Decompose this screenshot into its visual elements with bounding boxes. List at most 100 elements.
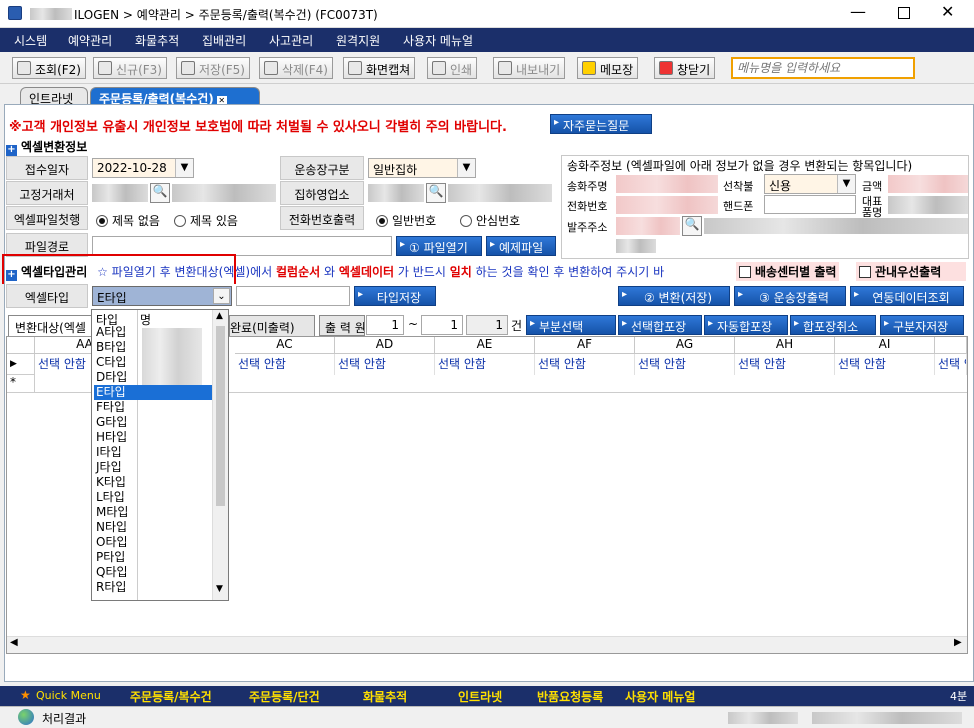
scroll-right-icon[interactable]: ▶ bbox=[954, 637, 962, 648]
grid-cell[interactable]: 선택 안함 bbox=[535, 354, 635, 375]
dropdown-option[interactable]: O타입 bbox=[94, 535, 138, 550]
dropdown-option[interactable]: C타입 bbox=[94, 355, 138, 370]
dropdown-option[interactable]: M타입 bbox=[94, 505, 138, 520]
grid-cell[interactable]: 선택 안함 bbox=[635, 354, 735, 375]
per-center-print-checkbox[interactable]: 배송센터별 출력 bbox=[736, 262, 840, 281]
grid-col-header[interactable]: AE bbox=[435, 337, 535, 354]
dropdown-option[interactable]: K타입 bbox=[94, 475, 138, 490]
selected-bundle-button[interactable]: 선택합포장 bbox=[618, 315, 702, 335]
dropdown-option[interactable]: B타입 bbox=[94, 340, 138, 355]
quick-link-return-request[interactable]: 반품요청등록 bbox=[537, 688, 603, 705]
close-window-button[interactable]: 창닫기 bbox=[654, 57, 716, 79]
dropdown-option[interactable]: H타입 bbox=[94, 430, 138, 445]
grid-col-header[interactable]: AG bbox=[635, 337, 735, 354]
grid-cell[interactable]: 선택 안함 bbox=[435, 354, 535, 375]
dropdown-option-selected[interactable]: E타입 bbox=[94, 385, 212, 400]
screen-capture-button[interactable]: 화면캡쳐 bbox=[343, 57, 416, 79]
print-from-input[interactable]: 1 bbox=[366, 315, 404, 335]
subtab-convert-done[interactable]: 완료(미출력) bbox=[229, 315, 315, 336]
sender-name-field[interactable] bbox=[616, 175, 718, 193]
transport-select[interactable]: 일반집하 ▼ bbox=[368, 158, 476, 178]
order-address-field[interactable] bbox=[704, 218, 968, 234]
dropdown-scroll-thumb[interactable] bbox=[216, 326, 225, 506]
mobile-field[interactable] bbox=[764, 195, 856, 214]
scroll-up-icon[interactable]: ▲ bbox=[216, 311, 223, 321]
grid-cell[interactable]: 선택 안함 bbox=[335, 354, 435, 375]
menu-item-delivery[interactable]: 집배관리 bbox=[202, 32, 246, 49]
quick-link-manual[interactable]: 사용자 메뉴얼 bbox=[625, 688, 695, 705]
excel-type-dropdown-list[interactable]: 타입 명 ▲ ▼ A타입 B타입 C타입 D타입 E타입 F타입 G타입 H타입… bbox=[91, 309, 229, 601]
grid-col-header[interactable]: AI bbox=[835, 337, 935, 354]
menu-item-accident[interactable]: 사고관리 bbox=[269, 32, 313, 49]
radio-with-title[interactable]: 제목 있음 bbox=[174, 212, 238, 229]
minimize-button[interactable]: — bbox=[850, 2, 866, 21]
scroll-left-icon[interactable]: ◀ bbox=[10, 637, 18, 648]
print-button[interactable]: 인쇄 bbox=[427, 57, 478, 79]
linked-data-button[interactable]: 연동데이터조회 bbox=[850, 286, 964, 306]
quick-link-order-multi[interactable]: 주문등록/복수건 bbox=[130, 688, 212, 705]
quick-link-order-single[interactable]: 주문등록/단건 bbox=[249, 688, 320, 705]
new-button[interactable]: 신규(F3) bbox=[93, 57, 167, 79]
dropdown-scrollbar[interactable]: ▲ ▼ bbox=[212, 310, 228, 600]
menu-item-tracking[interactable]: 화물추적 bbox=[135, 32, 179, 49]
menu-search-input[interactable] bbox=[731, 57, 915, 79]
radio-normal-phone[interactable]: 일반번호 bbox=[376, 212, 436, 229]
grid-col-header[interactable]: AC bbox=[235, 337, 335, 354]
partial-select-button[interactable]: 부분선택 bbox=[526, 315, 616, 335]
dropdown-option[interactable]: L타입 bbox=[94, 490, 138, 505]
export-button[interactable]: 내보내기 bbox=[493, 57, 566, 79]
grid-col-header[interactable]: AH bbox=[735, 337, 835, 354]
in-priority-print-checkbox[interactable]: 관내우선출력 bbox=[856, 262, 966, 281]
memo-button[interactable]: 메모장 bbox=[577, 57, 639, 79]
amount-field[interactable] bbox=[888, 175, 968, 193]
dropdown-option[interactable]: I타입 bbox=[94, 445, 138, 460]
dropdown-option[interactable]: G타입 bbox=[94, 415, 138, 430]
radio-no-title[interactable]: 제목 없음 bbox=[96, 212, 160, 229]
dropdown-option[interactable]: N타입 bbox=[94, 520, 138, 535]
address-search-icon[interactable]: 🔍 bbox=[682, 216, 702, 236]
fixed-client-search-icon[interactable]: 🔍 bbox=[150, 183, 170, 203]
save-type-button[interactable]: 타입저장 bbox=[354, 286, 436, 306]
search-button[interactable]: 조회(F2) bbox=[12, 57, 86, 79]
faq-button[interactable]: 자주묻는질문 bbox=[550, 114, 652, 134]
dropdown-option[interactable]: J타입 bbox=[94, 460, 138, 475]
file-path-input[interactable] bbox=[92, 236, 392, 256]
rep-product-field[interactable] bbox=[888, 196, 968, 214]
scroll-down-icon[interactable]: ▼ bbox=[216, 584, 223, 594]
save-button[interactable]: 저장(F5) bbox=[176, 57, 250, 79]
grid-scrollbar[interactable] bbox=[7, 636, 967, 653]
maximize-button[interactable] bbox=[898, 7, 910, 19]
close-button[interactable]: ✕ bbox=[941, 2, 954, 21]
delete-button[interactable]: 삭제(F4) bbox=[259, 57, 333, 79]
save-delimiter-button[interactable]: 구분자저장 bbox=[880, 315, 964, 335]
print-to-input[interactable]: 1 bbox=[421, 315, 463, 335]
example-file-button[interactable]: 예제파일 bbox=[486, 236, 556, 256]
cancel-bundle-button[interactable]: 합포장취소 bbox=[790, 315, 876, 335]
dropdown-option[interactable]: D타입 bbox=[94, 370, 138, 385]
order-address-zip[interactable] bbox=[616, 217, 680, 235]
excel-type-name-input[interactable] bbox=[236, 286, 350, 306]
menu-item-manual[interactable]: 사용자 메뉴얼 bbox=[403, 32, 473, 49]
fare-type-select[interactable]: 신용 ▼ bbox=[764, 174, 856, 194]
convert-save-button[interactable]: ② 변환(저장) bbox=[618, 286, 730, 306]
auto-bundle-button[interactable]: 자동합포장 bbox=[704, 315, 788, 335]
dropdown-option[interactable]: Q타입 bbox=[94, 565, 138, 580]
menu-item-system[interactable]: 시스템 bbox=[14, 32, 47, 49]
pickup-office-search-icon[interactable]: 🔍 bbox=[426, 183, 446, 203]
dropdown-option[interactable]: A타입 bbox=[94, 325, 138, 340]
menu-item-remote[interactable]: 원격지원 bbox=[336, 32, 380, 49]
dropdown-option[interactable]: F타입 bbox=[94, 400, 138, 415]
menu-item-reservation[interactable]: 예약관리 bbox=[68, 32, 112, 49]
quick-link-intranet[interactable]: 인트라넷 bbox=[458, 688, 502, 705]
grid-col-header[interactable]: AF bbox=[535, 337, 635, 354]
dropdown-option[interactable]: R타입 bbox=[94, 580, 138, 595]
order-address-detail[interactable] bbox=[616, 239, 656, 253]
grid-cell[interactable]: 선택 안함 bbox=[735, 354, 835, 375]
excel-type-combo[interactable]: E타입 ⌄ bbox=[92, 286, 232, 306]
grid-cell[interactable]: 선택 안함 bbox=[235, 354, 335, 375]
grid-col-header[interactable]: AD bbox=[335, 337, 435, 354]
open-file-button[interactable]: ① 파일열기 bbox=[396, 236, 482, 256]
waybill-print-button[interactable]: ③ 운송장출력 bbox=[734, 286, 846, 306]
dropdown-option[interactable]: P타입 bbox=[94, 550, 138, 565]
phone-field[interactable] bbox=[616, 196, 718, 214]
